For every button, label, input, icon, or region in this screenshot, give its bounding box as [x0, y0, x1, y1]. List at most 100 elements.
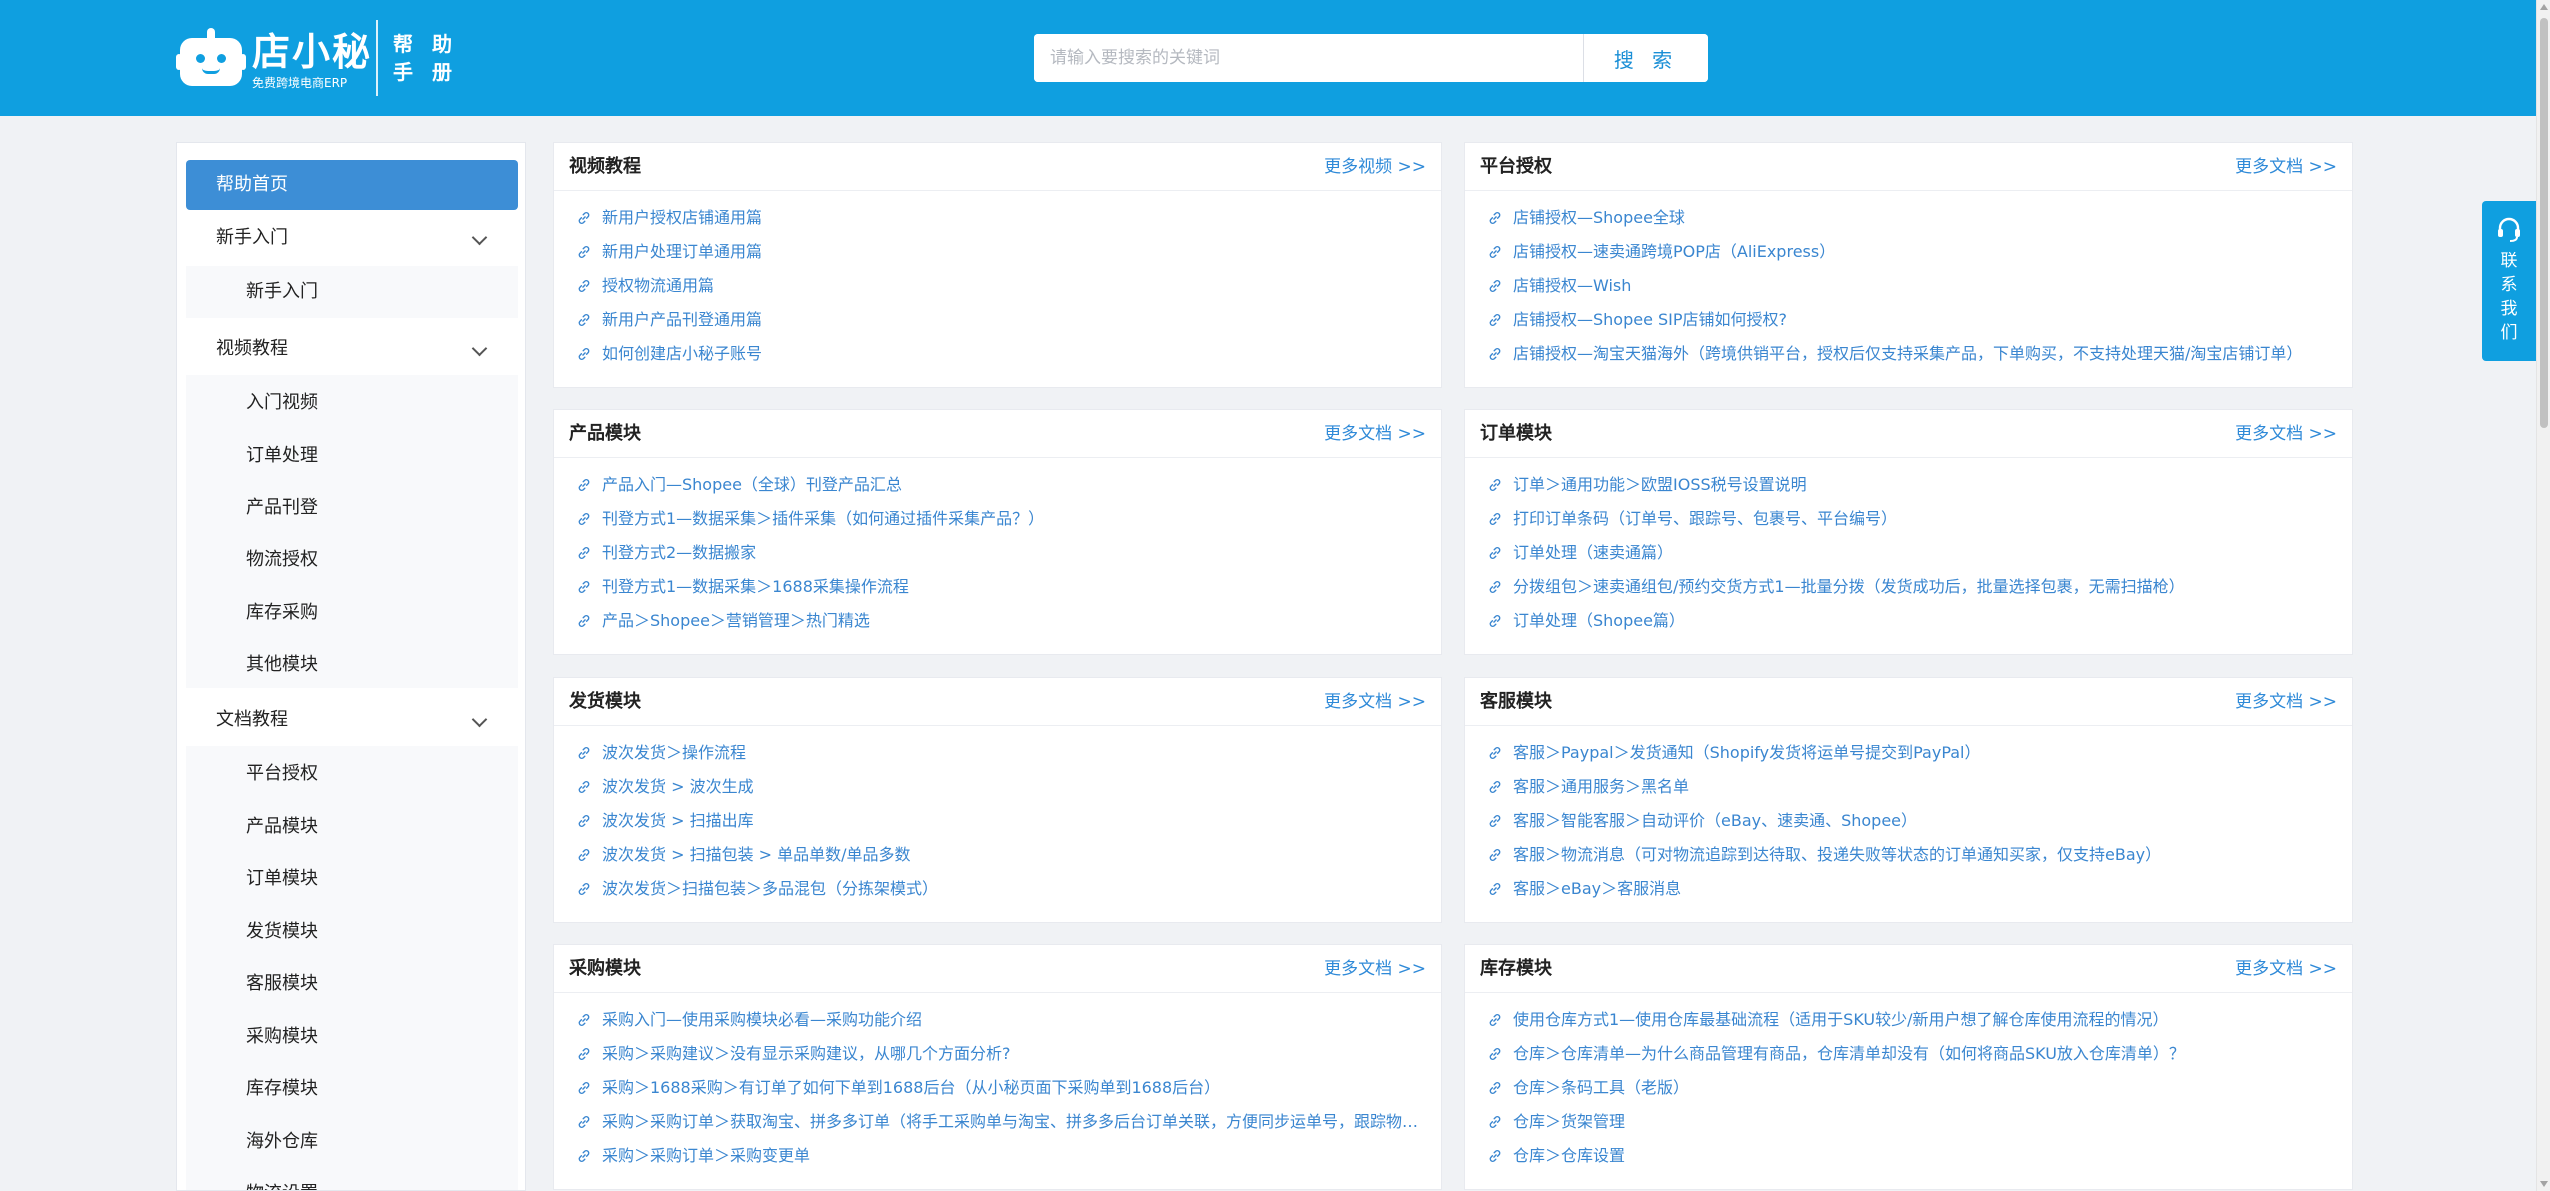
scroll-up-arrow-icon[interactable] [2540, 4, 2548, 10]
sidebar-item-logistics-video[interactable]: 物流授权 [186, 534, 518, 586]
brand-slogan: 免费跨境电商ERP [252, 76, 348, 90]
scrollbar-thumb[interactable] [2540, 18, 2548, 428]
doc-link[interactable]: 采购＞采购订单＞获取淘宝、拼多多订单（将手工采购单与淘宝、拼多多后台订单关联，方… [576, 1105, 1427, 1139]
page-scrollbar[interactable] [2536, 0, 2550, 1191]
sidebar-item-platform-auth[interactable]: 平台授权 [186, 748, 518, 800]
doc-link[interactable]: 波次发货 > 扫描出库 [576, 804, 1427, 838]
doc-link[interactable]: 客服＞Paypal＞发货通知（Shopify发货将运单号提交到PayPal） [1487, 736, 2338, 770]
doc-link[interactable]: 客服＞物流消息（可对物流追踪到达待取、投递失败等状态的订单通知买家，仅支持eBa… [1487, 838, 2338, 872]
link-icon [576, 739, 592, 759]
sidebar-group-docs[interactable]: 文档教程 [177, 694, 525, 746]
doc-link[interactable]: 刊登方式1—数据采集＞插件采集（如何通过插件采集产品？） [576, 502, 1427, 536]
more-docs-link[interactable]: 更多文档 >> [2235, 945, 2337, 993]
link-icon [576, 306, 592, 326]
doc-link[interactable]: 订单处理（速卖通篇） [1487, 536, 2338, 570]
contact-us-button[interactable]: 联系我们 [2482, 201, 2536, 361]
more-docs-link[interactable]: 更多视频 >> [1324, 143, 1426, 191]
doc-link[interactable]: 店铺授权—Shopee SIP店铺如何授权? [1487, 303, 2338, 337]
doc-link[interactable]: 授权物流通用篇 [576, 269, 1427, 303]
search-input[interactable] [1034, 34, 1584, 82]
link-icon [576, 238, 592, 258]
card-title: 订单模块 [1480, 423, 1552, 444]
sidebar-item-beginner[interactable]: 新手入门 [186, 266, 518, 318]
doc-link[interactable]: 订单＞通用功能＞欧盟IOSS税号设置说明 [1487, 468, 2338, 502]
doc-link[interactable]: 采购＞采购订单＞采购变更单 [576, 1139, 1427, 1173]
more-docs-link[interactable]: 更多文档 >> [1324, 410, 1426, 458]
sidebar-group-video[interactable]: 视频教程 [177, 323, 525, 375]
sidebar-item-listing-video[interactable]: 产品刊登 [186, 482, 518, 534]
doc-link[interactable]: 刊登方式1—数据采集＞1688采集操作流程 [576, 570, 1427, 604]
sidebar-item-stock-video[interactable]: 库存采购 [186, 587, 518, 639]
card-title: 库存模块 [1480, 958, 1552, 979]
more-docs-link[interactable]: 更多文档 >> [2235, 143, 2337, 191]
sidebar-item-home[interactable]: 帮助首页 [186, 160, 518, 210]
sidebar-item-overseas-warehouse[interactable]: 海外仓库 [186, 1116, 518, 1168]
doc-link[interactable]: 店铺授权—Shopee全球 [1487, 201, 2338, 235]
sidebar-item-logistics-settings[interactable]: 物流设置 [186, 1168, 518, 1190]
link-icon [576, 505, 592, 525]
doc-link[interactable]: 采购入门—使用采购模块必看—采购功能介绍 [576, 1003, 1427, 1037]
sidebar-item-service[interactable]: 客服模块 [186, 958, 518, 1010]
doc-link[interactable]: 客服＞eBay＞客服消息 [1487, 872, 2338, 906]
card-link-list: 波次发货＞操作流程 波次发货 > 波次生成 波次发货 > 扫描出库 波次发货 > 扫描… [576, 736, 1427, 906]
doc-link[interactable]: 仓库＞仓库清单—为什么商品管理有商品，仓库清单却没有（如何将商品SKU放入仓库清… [1487, 1037, 2338, 1071]
doc-link[interactable]: 采购＞采购建议＞没有显示采购建议，从哪几个方面分析? [576, 1037, 1427, 1071]
more-docs-link[interactable]: 更多文档 >> [2235, 678, 2337, 726]
sidebar-group-beginner[interactable]: 新手入门 [177, 212, 525, 264]
more-docs-link[interactable]: 更多文档 >> [1324, 945, 1426, 993]
sidebar-item-shipping[interactable]: 发货模块 [186, 906, 518, 958]
link-icon [576, 272, 592, 292]
doc-link[interactable]: 订单处理（Shopee篇） [1487, 604, 2338, 638]
doc-link[interactable]: 仓库＞货架管理 [1487, 1105, 2338, 1139]
doc-link[interactable]: 分拨组包＞速卖通组包/预约交货方式1—批量分拨（发货成功后，批量选择包裹，无需扫… [1487, 570, 2338, 604]
doc-link[interactable]: 产品＞Shopee＞营销管理＞热门精选 [576, 604, 1427, 638]
doc-link[interactable]: 波次发货＞操作流程 [576, 736, 1427, 770]
doc-link[interactable]: 使用仓库方式1—使用仓库最基础流程（适用于SKU较少/新用户想了解仓库使用流程的… [1487, 1003, 2338, 1037]
doc-link[interactable]: 仓库＞仓库设置 [1487, 1139, 2338, 1173]
contact-us-label: 联系我们 [2500, 251, 2518, 343]
search-button[interactable]: 搜 索 [1584, 34, 1708, 82]
doc-link[interactable]: 打印订单条码（订单号、跟踪号、包裹号、平台编号） [1487, 502, 2338, 536]
doc-link[interactable]: 新用户产品刊登通用篇 [576, 303, 1427, 337]
sidebar-item-other-video[interactable]: 其他模块 [186, 639, 518, 691]
more-docs-link[interactable]: 更多文档 >> [2235, 410, 2337, 458]
brand-logo[interactable]: 店小秘 免费跨境电商ERP [176, 22, 372, 98]
more-docs-link[interactable]: 更多文档 >> [1324, 678, 1426, 726]
sidebar-item-inventory[interactable]: 库存模块 [186, 1063, 518, 1115]
sidebar-item-order[interactable]: 订单模块 [186, 853, 518, 905]
doc-link[interactable]: 新用户授权店铺通用篇 [576, 201, 1427, 235]
doc-link[interactable]: 客服＞智能客服＞自动评价（eBay、速卖通、Shopee） [1487, 804, 2338, 838]
doc-link[interactable]: 新用户处理订单通用篇 [576, 235, 1427, 269]
top-header: 店小秘 免费跨境电商ERP 帮 助 手 册 搜 索 [0, 0, 2536, 116]
doc-link[interactable]: 采购＞1688采购＞有订单了如何下单到1688后台（从小秘页面下采购单到1688… [576, 1071, 1427, 1105]
sidebar-item-intro-video[interactable]: 入门视频 [186, 377, 518, 429]
doc-link[interactable]: 波次发货 > 波次生成 [576, 770, 1427, 804]
link-icon [576, 841, 592, 861]
logo-divider [376, 20, 378, 96]
doc-link[interactable]: 波次发货＞扫描包装＞多品混包（分拣架模式） [576, 872, 1427, 906]
card-link-list: 客服＞Paypal＞发货通知（Shopify发货将运单号提交到PayPal） 客服… [1487, 736, 2338, 906]
link-icon [576, 573, 592, 593]
doc-link[interactable]: 刊登方式2—数据搬家 [576, 536, 1427, 570]
card-header: 客服模块 更多文档 >> [1465, 678, 2352, 726]
doc-link[interactable]: 店铺授权—Wish [1487, 269, 2338, 303]
card-link-list: 采购入门—使用采购模块必看—采购功能介绍 采购＞采购建议＞没有显示采购建议，从哪几… [576, 1003, 1427, 1173]
doc-link[interactable]: 店铺授权—速卖通跨境POP店（AliExpress） [1487, 235, 2338, 269]
link-icon [1487, 1040, 1503, 1060]
doc-link[interactable]: 如何创建店小秘子账号 [576, 337, 1427, 371]
doc-link[interactable]: 店铺授权—淘宝天猫海外（跨境供销平台，授权后仅支持采集产品，下单购买，不支持处理… [1487, 337, 2338, 371]
link-icon [576, 875, 592, 895]
doc-link[interactable]: 客服＞通用服务＞黑名单 [1487, 770, 2338, 804]
doc-link[interactable]: 产品入门—Shopee（全球）刊登产品汇总 [576, 468, 1427, 502]
link-icon [1487, 841, 1503, 861]
sidebar-item-purchase[interactable]: 采购模块 [186, 1011, 518, 1063]
doc-link[interactable]: 仓库＞条码工具（老版） [1487, 1071, 2338, 1105]
card-link-list: 使用仓库方式1—使用仓库最基础流程（适用于SKU较少/新用户想了解仓库使用流程的… [1487, 1003, 2338, 1173]
link-icon [576, 807, 592, 827]
doc-link[interactable]: 波次发货 > 扫描包装 > 单品单数/单品多数 [576, 838, 1427, 872]
link-icon [1487, 1006, 1503, 1026]
link-icon [1487, 875, 1503, 895]
sidebar-item-order-video[interactable]: 订单处理 [186, 430, 518, 482]
sidebar-item-product[interactable]: 产品模块 [186, 801, 518, 853]
scroll-down-arrow-icon[interactable] [2540, 1181, 2548, 1187]
